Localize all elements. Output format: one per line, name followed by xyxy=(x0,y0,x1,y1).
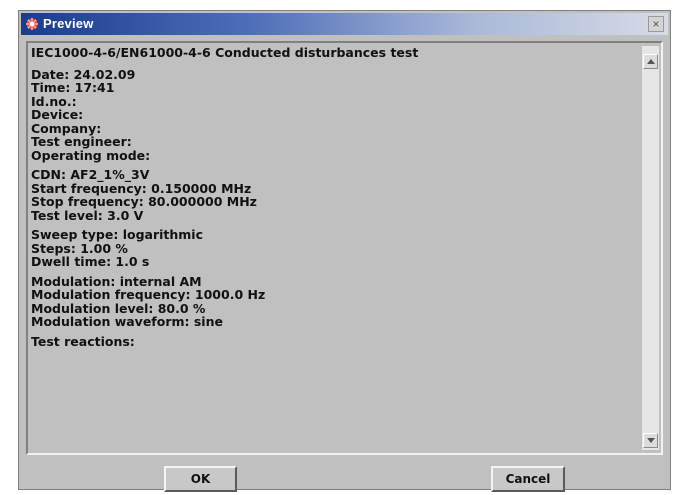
report-line: Operating mode: xyxy=(31,147,151,163)
report-line: Test reactions: xyxy=(31,333,135,349)
close-icon: × xyxy=(652,17,660,31)
vertical-scrollbar[interactable] xyxy=(642,46,659,450)
close-button[interactable]: × xyxy=(648,16,664,32)
ok-button[interactable]: OK xyxy=(164,466,237,492)
report-line: Start frequency: 0.150000 MHz xyxy=(31,180,252,196)
report-header: IEC1000-4-6/EN61000-4-6 Conducted distur… xyxy=(31,46,419,60)
report-text-area[interactable]: IEC1000-4-6/EN61000-4-6 Conducted distur… xyxy=(31,46,639,450)
cancel-button[interactable]: Cancel xyxy=(491,466,565,492)
report-line: Date: 24.02.09 xyxy=(31,66,136,82)
report-line: Id.no.: xyxy=(31,93,77,109)
arrow-up-icon xyxy=(647,59,655,64)
report-line: CDN: AF2_1%_3V xyxy=(31,167,150,182)
scroll-up-button[interactable] xyxy=(643,54,658,69)
report-panel: IEC1000-4-6/EN61000-4-6 Conducted distur… xyxy=(26,41,663,455)
report-line: Device: xyxy=(31,107,84,122)
scroll-down-button[interactable] xyxy=(643,433,658,448)
report-line: Test level: 3.0 V xyxy=(31,207,144,223)
arrow-down-icon xyxy=(647,438,655,443)
report-line: Modulation waveform: sine xyxy=(31,314,223,329)
report-line: Modulation frequency: 1000.0 Hz xyxy=(31,287,266,302)
preview-window: Preview × IEC1000-4-6/EN61000-4-6 Conduc… xyxy=(18,10,671,492)
title-bar[interactable]: Preview × xyxy=(21,13,668,35)
app-icon xyxy=(25,17,39,31)
report-line: Sweep type: logarithmic xyxy=(31,227,204,242)
report-line: Company: xyxy=(31,120,102,136)
report-line: Modulation: internal AM xyxy=(31,273,202,289)
report-line: Time: 17:41 xyxy=(31,80,115,95)
report-line: Test engineer: xyxy=(31,134,132,149)
report-line: Dwell time: 1.0 s xyxy=(31,254,150,269)
report-line: Modulation level: 80.0 % xyxy=(31,300,206,316)
window-title: Preview xyxy=(43,16,94,31)
report-line: Stop frequency: 80.000000 MHz xyxy=(31,194,257,209)
report-line: Steps: 1.00 % xyxy=(31,240,128,256)
